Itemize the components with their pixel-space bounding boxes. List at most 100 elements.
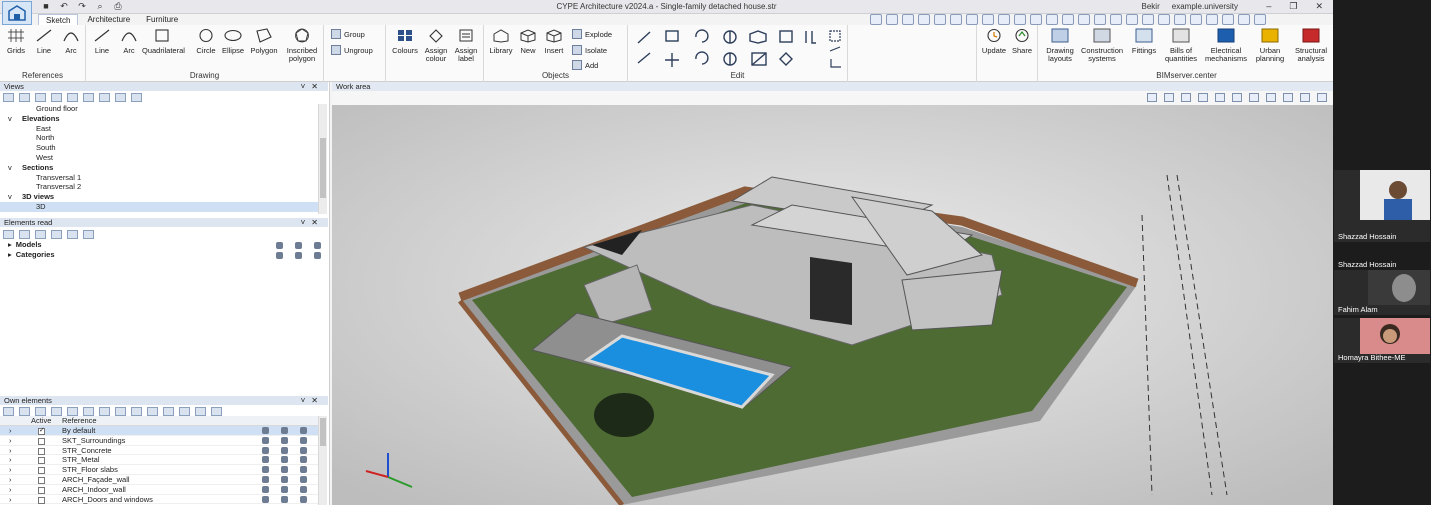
quadrilateral-button[interactable]: Quadrilateral — [142, 28, 185, 55]
elements-item-models[interactable]: ▸ Models — [8, 240, 42, 249]
circle-button[interactable]: Circle — [194, 28, 218, 55]
chevron-right-icon[interactable]: › — [9, 436, 12, 446]
delete-icon[interactable] — [35, 407, 46, 416]
element-tool-icon[interactable] — [179, 407, 190, 416]
view-icon[interactable] — [1232, 93, 1242, 102]
visibility-icon[interactable] — [276, 242, 283, 249]
view-tool-icon[interactable] — [1254, 14, 1266, 25]
model-color-icon[interactable] — [281, 446, 288, 454]
view-tool-icon[interactable] — [1142, 14, 1154, 25]
view-tool-icon[interactable] — [998, 14, 1010, 25]
panel-controls[interactable]: ˅✕ — [301, 396, 324, 405]
model-color-icon[interactable] — [281, 495, 288, 503]
user-name[interactable]: Bekir — [1142, 2, 1160, 11]
fittings-button[interactable]: Fittings — [1128, 28, 1160, 55]
view-type-icon[interactable] — [3, 93, 14, 102]
drawing-layouts-button[interactable]: Drawing layouts — [1042, 28, 1078, 63]
active-checkbox[interactable] — [38, 496, 45, 504]
house-model-3d[interactable] — [332, 105, 1333, 505]
visibility-icon[interactable] — [262, 495, 269, 503]
view-tool-icon[interactable] — [1030, 14, 1042, 25]
model-color-icon[interactable] — [281, 456, 288, 464]
model-color-icon[interactable] — [281, 436, 288, 444]
column-reference[interactable]: Reference — [62, 416, 97, 426]
update-button[interactable]: Update — [980, 28, 1008, 55]
views-tree-item[interactable]: Transversal 2 — [0, 182, 318, 192]
eye-icon[interactable] — [1283, 93, 1293, 102]
views-tree-item[interactable]: v Elevations — [0, 114, 318, 124]
lock-icon[interactable] — [300, 495, 307, 503]
app-logo-icon[interactable] — [2, 1, 32, 25]
view-tool-icon[interactable] — [934, 14, 946, 25]
library-button[interactable]: Library — [486, 28, 516, 55]
view-icon[interactable] — [1198, 93, 1208, 102]
chevron-right-icon[interactable]: › — [9, 465, 12, 475]
lock-icon[interactable] — [300, 456, 307, 464]
render-icon[interactable] — [1181, 93, 1191, 102]
view-tool-icon[interactable] — [886, 14, 898, 25]
reference-line-button[interactable]: Line — [33, 28, 55, 55]
view-tool-icon[interactable] — [1062, 14, 1074, 25]
view-tool-icon[interactable] — [1014, 14, 1026, 25]
element-tool-icon[interactable] — [83, 407, 94, 416]
panel-controls[interactable]: ˅✕ — [301, 82, 324, 91]
view-type-icon[interactable] — [67, 93, 78, 102]
visibility-icon[interactable] — [276, 252, 283, 259]
colours-button[interactable]: Colours — [390, 28, 420, 55]
views-tree-item[interactable]: v 3D views — [0, 192, 318, 202]
model-color-icon[interactable] — [281, 427, 288, 434]
share-button[interactable]: Share — [1009, 28, 1035, 55]
add-button[interactable]: Add — [572, 60, 598, 70]
view-type-icon[interactable] — [115, 93, 126, 102]
view-icon[interactable] — [1215, 93, 1225, 102]
views-tree-item[interactable]: v Sections — [0, 163, 318, 173]
polygon-button[interactable]: Polygon — [248, 28, 280, 55]
model-color-icon[interactable] — [281, 485, 288, 493]
table-row[interactable]: › STR_Metal — [0, 455, 318, 466]
view-icon[interactable] — [1266, 93, 1276, 102]
move-down-icon[interactable] — [67, 407, 78, 416]
view-tool-icon[interactable] — [966, 14, 978, 25]
draw-line-button[interactable]: Line — [90, 28, 114, 55]
element-tool-icon[interactable] — [19, 230, 30, 239]
chevron-down-icon[interactable]: v — [8, 163, 12, 173]
view-tool-icon[interactable] — [1046, 14, 1058, 25]
assign-colour-button[interactable]: Assign colour — [422, 28, 450, 63]
lock-icon[interactable] — [300, 466, 307, 474]
visibility-icon[interactable] — [262, 466, 269, 474]
views-tree-item[interactable]: West — [0, 153, 318, 163]
view-tool-icon[interactable] — [1238, 14, 1250, 25]
chevron-down-icon[interactable]: v — [8, 192, 12, 202]
visibility-icon[interactable] — [262, 485, 269, 493]
views-tree-item[interactable]: 3D — [0, 201, 318, 212]
new-object-button[interactable]: New — [516, 28, 540, 55]
chevron-right-icon[interactable]: › — [9, 495, 12, 505]
element-tool-icon[interactable] — [99, 407, 110, 416]
element-tool-icon[interactable] — [3, 230, 14, 239]
active-checkbox[interactable] — [38, 467, 45, 475]
visibility-icon[interactable] — [262, 475, 269, 483]
assign-label-button[interactable]: Assign label — [452, 28, 480, 63]
inscribed-polygon-button[interactable]: Inscribed polygon — [282, 28, 322, 63]
visibility-icon[interactable] — [262, 436, 269, 444]
minimize-button[interactable]: – — [1266, 1, 1271, 12]
camera-icon[interactable] — [83, 93, 94, 102]
chevron-right-icon[interactable]: › — [9, 475, 12, 485]
participant-tile-shazzad[interactable]: Shazzad Hossain — [1334, 170, 1430, 242]
table-row[interactable]: › SKT_Surroundings — [0, 436, 318, 446]
view-tool-icon[interactable] — [1174, 14, 1186, 25]
table-row[interactable]: › STR_Concrete — [0, 446, 318, 456]
element-tool-icon[interactable] — [67, 230, 78, 239]
view-tool-icon[interactable] — [1078, 14, 1090, 25]
view-tool-icon[interactable] — [1206, 14, 1218, 25]
active-checkbox[interactable] — [38, 457, 45, 465]
element-tool-icon[interactable] — [115, 407, 126, 416]
model-color-icon[interactable] — [295, 242, 302, 249]
lock-icon[interactable] — [300, 436, 307, 444]
edit-icon[interactable] — [19, 407, 30, 416]
active-checkbox[interactable] — [38, 426, 45, 436]
construction-systems-button[interactable]: Construction systems — [1078, 28, 1126, 63]
bills-of-quantities-button[interactable]: Bills of quantities — [1160, 28, 1202, 63]
element-tool-icon[interactable] — [147, 407, 158, 416]
group-button[interactable]: Group — [331, 29, 365, 39]
